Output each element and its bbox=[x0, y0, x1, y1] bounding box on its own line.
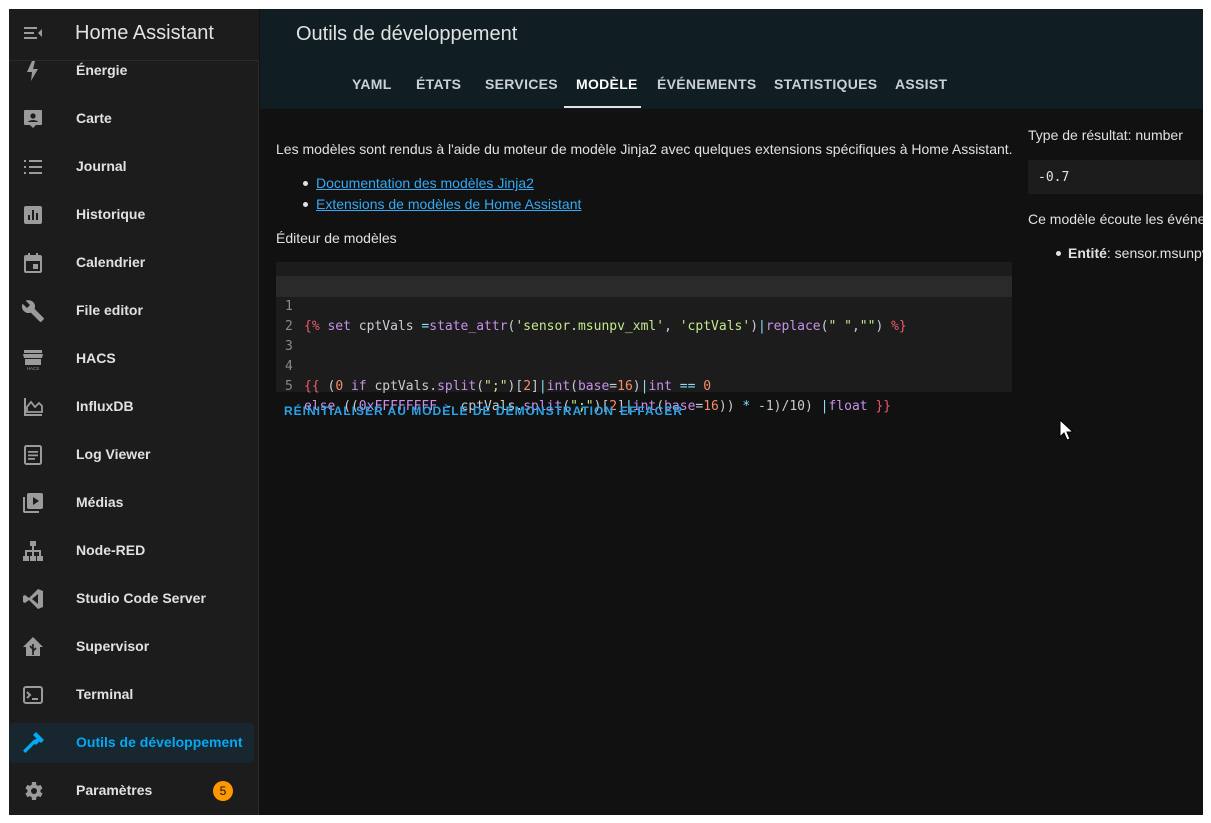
tab-assist[interactable]: ASSIST bbox=[895, 76, 947, 92]
result-value: -0.7 bbox=[1038, 170, 1070, 185]
sidebar-item-label: Énergie bbox=[76, 62, 128, 78]
code-line: 5 else ((0xFFFFFFFF - cptVals.split(";")… bbox=[276, 357, 1012, 414]
sidebar-item-carte[interactable]: Carte bbox=[9, 99, 259, 139]
lightning-bolt-icon bbox=[27, 61, 38, 81]
tab-evenements[interactable]: ÉVÉNEMENTS bbox=[657, 76, 756, 92]
code-line: 2 bbox=[276, 297, 1012, 334]
clear-button[interactable]: EFFACER bbox=[620, 404, 683, 418]
tab-modele[interactable]: MODÈLE bbox=[576, 76, 638, 92]
listeners-text: Ce modèle écoute les événe bbox=[1028, 211, 1203, 227]
entity-value: : sensor.msunpv bbox=[1106, 245, 1203, 261]
sidebar-item-medias[interactable]: Médias bbox=[9, 483, 259, 523]
sidebar-item-influxdb[interactable]: InfluxDB bbox=[9, 387, 259, 427]
sidebar-item-label: File editor bbox=[76, 302, 143, 318]
text-document-icon bbox=[24, 445, 42, 465]
mouse-cursor-icon bbox=[1059, 419, 1073, 441]
sidebar-item-journal[interactable]: Journal bbox=[9, 147, 259, 187]
sitemap-icon bbox=[23, 541, 43, 561]
hacs-store-icon: HACS bbox=[23, 350, 43, 371]
sidebar-item-label: Historique bbox=[76, 206, 146, 222]
hammer-icon bbox=[23, 732, 44, 753]
sidebar-item-terminal[interactable]: Terminal bbox=[9, 675, 259, 715]
sidebar-item-label: InfluxDB bbox=[76, 398, 134, 414]
wrench-icon bbox=[21, 300, 44, 322]
result-output: -0.7 bbox=[1028, 160, 1203, 194]
play-box-multiple-icon bbox=[23, 493, 43, 513]
cog-icon bbox=[25, 782, 43, 800]
sidebar-item-historique[interactable]: Historique bbox=[9, 195, 259, 235]
template-code-editor[interactable]: 1 {% set cptVals =state_attr('sensor.msu… bbox=[276, 262, 1012, 414]
sidebar-item-label: Studio Code Server bbox=[76, 590, 206, 606]
result-type-label: Type de résultat: number bbox=[1028, 127, 1183, 143]
sidebar-item-label: Supervisor bbox=[76, 638, 150, 654]
tab-yaml[interactable]: YAML bbox=[352, 76, 392, 92]
code-text: {{ (0 if cptVals.split(";")[2]|int(base=… bbox=[304, 379, 712, 394]
svg-text:HACS: HACS bbox=[27, 366, 40, 371]
sidebar-item-parametres[interactable]: Paramètres 5 bbox=[9, 771, 259, 811]
sidebar-item-label: Paramètres bbox=[76, 782, 153, 798]
top-app-bar: Outils de développement YAML ÉTATS SERVI… bbox=[260, 9, 1203, 109]
calendar-icon bbox=[24, 253, 42, 273]
page-title: Outils de développement bbox=[296, 23, 518, 45]
entity-label: Entité bbox=[1068, 245, 1107, 261]
sidebar-header: Home Assistant bbox=[9, 9, 259, 61]
app-title: Home Assistant bbox=[75, 22, 214, 44]
active-tab-indicator bbox=[564, 106, 641, 108]
tab-statistiques[interactable]: STATISTIQUES bbox=[774, 76, 877, 92]
notification-badge: 5 bbox=[213, 781, 233, 801]
sidebar-item-log-viewer[interactable]: Log Viewer bbox=[9, 435, 259, 475]
sidebar-item-label: Outils de développement bbox=[76, 734, 243, 750]
sidebar-item-label: Carte bbox=[76, 110, 112, 126]
sidebar: Home Assistant Énergie Carte Journal His… bbox=[9, 9, 259, 815]
jinja2-docs-link[interactable]: Documentation des modèles Jinja2 bbox=[316, 175, 534, 191]
sidebar-item-hacs[interactable]: HACS HACS bbox=[9, 339, 259, 379]
tab-etats[interactable]: ÉTATS bbox=[416, 76, 461, 92]
vscode-icon bbox=[23, 589, 43, 609]
sidebar-item-label: HACS bbox=[76, 350, 116, 366]
app-window: Home Assistant Énergie Carte Journal His… bbox=[9, 9, 1203, 815]
sidebar-item-node-red[interactable]: Node-RED bbox=[9, 531, 259, 571]
bullet bbox=[303, 202, 308, 207]
sidebar-item-label: Terminal bbox=[76, 686, 134, 702]
sidebar-item-label: Médias bbox=[76, 494, 124, 510]
sidebar-item-file-editor[interactable]: File editor bbox=[9, 291, 259, 331]
editor-label: Éditeur de modèles bbox=[276, 230, 397, 246]
sidebar-item-calendrier[interactable]: Calendrier bbox=[9, 243, 259, 283]
reset-to-demo-button[interactable]: RÉINITIALISER AU MODÈLE DE DÉMONSTRATION bbox=[284, 404, 614, 418]
code-line: 1 {% set cptVals =state_attr('sensor.msu… bbox=[276, 277, 1012, 334]
bullet bbox=[1056, 251, 1061, 256]
home-assistant-icon bbox=[23, 637, 43, 656]
bullet bbox=[303, 181, 308, 186]
ha-extensions-link[interactable]: Extensions de modèles de Home Assistant bbox=[316, 196, 581, 212]
menu-collapse-icon[interactable] bbox=[21, 21, 45, 45]
sidebar-item-supervisor[interactable]: Supervisor bbox=[9, 627, 259, 667]
sidebar-item-studio-code-server[interactable]: Studio Code Server bbox=[9, 579, 259, 619]
sidebar-item-label: Calendrier bbox=[76, 254, 146, 270]
chart-box-icon bbox=[24, 206, 42, 224]
sidebar-item-label: Node-RED bbox=[76, 542, 146, 558]
account-box-icon bbox=[24, 110, 42, 128]
intro-text: Les modèles sont rendus à l'aide du mote… bbox=[276, 141, 1013, 157]
console-icon bbox=[23, 686, 43, 704]
code-line: 4 {{ (0 if cptVals.split(";")[2]|int(bas… bbox=[276, 337, 1012, 394]
sidebar-item-label: Log Viewer bbox=[76, 446, 151, 462]
area-chart-icon bbox=[24, 398, 43, 416]
line-number: 5 bbox=[285, 379, 293, 394]
code-line: 3 bbox=[276, 317, 1012, 354]
entity-listener-item: Entité: sensor.msunpv bbox=[1068, 245, 1203, 261]
tab-services[interactable]: SERVICES bbox=[485, 76, 558, 92]
sidebar-item-outils-de-developpement[interactable]: Outils de développement bbox=[9, 723, 259, 763]
sidebar-item-label: Journal bbox=[76, 158, 127, 174]
list-icon bbox=[24, 160, 42, 174]
